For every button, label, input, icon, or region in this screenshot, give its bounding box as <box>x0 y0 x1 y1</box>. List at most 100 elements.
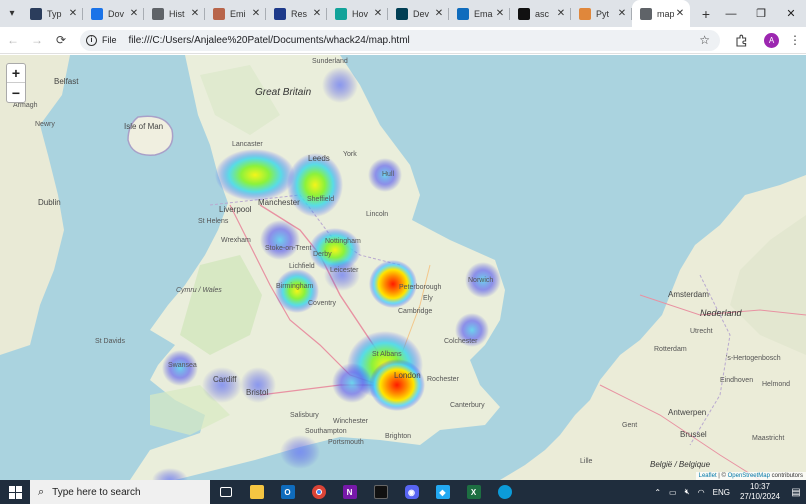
map-label: York <box>343 151 357 158</box>
taskbar-outlook[interactable]: O <box>272 480 303 504</box>
restore-button[interactable]: ❐ <box>746 0 776 27</box>
browser-menu-icon[interactable]: ⋮ <box>789 33 801 47</box>
tab-label: Dov <box>108 8 125 19</box>
map-label: Ely <box>423 295 433 302</box>
tab-label: Hist <box>169 8 185 19</box>
tab-close-icon[interactable]: ✕ <box>250 8 262 19</box>
browser-tab[interactable]: Hist ✕ <box>144 0 205 27</box>
download-icon <box>91 7 103 20</box>
taskbar-excel[interactable]: X <box>458 480 489 504</box>
taskbar-terminal[interactable] <box>365 480 396 504</box>
extensions-icon[interactable] <box>730 29 752 51</box>
map-label: Lancaster <box>232 141 263 148</box>
taskbar-discord[interactable]: ◉ <box>396 480 427 504</box>
browser-tab[interactable]: asc ✕ <box>510 0 571 27</box>
tab-close-icon[interactable]: ✕ <box>128 8 140 19</box>
profile-avatar[interactable]: A <box>764 32 779 48</box>
map-label: Hull <box>382 171 395 178</box>
clock[interactable]: 10:37 27/10/2024 <box>740 482 780 502</box>
language-indicator[interactable]: ENG <box>713 488 730 497</box>
typing-site-icon <box>30 7 42 20</box>
leaflet-map[interactable]: Sunderland Belfast Great Britain Armagh … <box>0 55 806 480</box>
close-window-button[interactable]: ✕ <box>776 0 806 27</box>
osm-link[interactable]: OpenStreetMap <box>728 473 770 479</box>
attribution-separator: | © <box>716 473 728 479</box>
map-label: Amsterdam <box>668 290 709 299</box>
map-label: Lille <box>580 458 593 465</box>
site-info-label: File <box>102 35 117 45</box>
browser-tab[interactable]: Ema ✕ <box>449 0 510 27</box>
tab-label: Emi <box>230 8 246 19</box>
back-button[interactable]: ← <box>2 29 24 51</box>
address-bar[interactable]: i File file:///C:/Users/Anjalee%20Patel/… <box>80 29 720 51</box>
system-tray: ⌃ ▭ 🔇︎ ◠ ENG 10:37 27/10/2024 ▤ <box>650 480 806 504</box>
map-label: St Davids <box>95 338 125 345</box>
map-label: Birmingham <box>276 283 314 290</box>
bookmark-star-icon[interactable]: ☆ <box>699 33 710 47</box>
edge-icon <box>497 485 512 499</box>
map-label: Stoke-on-Trent <box>265 245 312 252</box>
show-hidden-icons-button[interactable]: ⌃ <box>654 488 661 497</box>
chrome-icon <box>311 485 326 499</box>
tab-close-icon[interactable]: ✕ <box>311 8 323 19</box>
zoom-in-button[interactable]: + <box>7 64 25 83</box>
task-view-button[interactable] <box>210 480 241 504</box>
reload-button[interactable]: ⟳ <box>50 29 72 51</box>
taskbar-onenote[interactable]: N <box>334 480 365 504</box>
tab-close-icon[interactable]: ✕ <box>494 8 506 19</box>
taskbar-chrome[interactable] <box>303 480 334 504</box>
tab-label: Dev <box>413 8 430 19</box>
browser-tab[interactable]: Emi ✕ <box>205 0 266 27</box>
map-label: Newry <box>35 121 55 128</box>
search-icon: ⌕ <box>38 485 45 498</box>
map-label: Manchester <box>258 198 300 207</box>
map-label: Peterborough <box>399 284 442 291</box>
tab-close-icon[interactable]: ✕ <box>189 8 201 19</box>
tab-close-icon[interactable]: ✕ <box>433 8 445 19</box>
tab-label: Typ <box>47 8 62 19</box>
tab-close-icon[interactable]: ✕ <box>67 8 79 19</box>
map-label: Portsmouth <box>328 439 364 446</box>
map-label: Cymru / Wales <box>176 287 222 294</box>
browser-tab[interactable]: Dov ✕ <box>83 0 144 27</box>
tab-close-icon[interactable]: ✕ <box>674 8 686 19</box>
site-info-chip[interactable]: i File <box>86 34 125 46</box>
tab-search-button[interactable]: ▾ <box>2 2 22 26</box>
notifications-icon[interactable]: ▤ <box>786 480 806 504</box>
map-label: St Albans <box>372 351 402 358</box>
taskbar-vscode[interactable]: ◆ <box>427 480 458 504</box>
clock-date: 27/10/2024 <box>739 492 780 501</box>
browser-tab[interactable]: Res ✕ <box>266 0 327 27</box>
window-controls: — ❐ ✕ <box>716 0 806 27</box>
map-label: Cambridge <box>398 308 433 315</box>
clock-time: 10:37 <box>749 482 770 491</box>
browser-tab[interactable]: Typ ✕ <box>22 0 83 27</box>
zoom-out-button[interactable]: − <box>7 83 25 102</box>
browser-tab[interactable]: map ✕ <box>632 0 690 27</box>
new-tab-button[interactable]: + <box>696 6 716 22</box>
browser-tab[interactable]: Pyt ✕ <box>571 0 632 27</box>
leaflet-link[interactable]: Leaflet <box>699 473 717 479</box>
tab-close-icon[interactable]: ✕ <box>372 8 384 19</box>
battery-icon[interactable]: ▭ <box>669 488 677 497</box>
attribution-suffix: contributors <box>769 473 803 479</box>
start-button[interactable] <box>0 480 30 504</box>
map-label: Cardiff <box>213 375 237 384</box>
wifi-icon[interactable]: ◠ <box>698 488 705 497</box>
browser-tab[interactable]: Dev ✕ <box>388 0 449 27</box>
map-label: Belfast <box>54 77 79 86</box>
minimize-button[interactable]: — <box>716 0 746 27</box>
tab-close-icon[interactable]: ✕ <box>555 8 567 19</box>
taskbar-edge[interactable] <box>489 480 520 504</box>
taskbar-file-explorer[interactable] <box>241 480 272 504</box>
map-label: Helmond <box>762 381 791 388</box>
map-label: Rotterdam <box>654 346 687 353</box>
browser-tab[interactable]: Hov ✕ <box>327 0 388 27</box>
map-label: Nottingham <box>325 238 361 245</box>
url-text[interactable]: file:///C:/Users/Anjalee%20Patel/Documen… <box>129 35 410 46</box>
forward-button[interactable]: → <box>26 29 48 51</box>
volume-icon[interactable]: 🔇︎ <box>685 487 690 497</box>
taskbar-search-box[interactable]: ⌕ Type here to search <box>30 480 210 504</box>
zoom-control: + − <box>6 63 26 103</box>
tab-close-icon[interactable]: ✕ <box>616 8 628 19</box>
